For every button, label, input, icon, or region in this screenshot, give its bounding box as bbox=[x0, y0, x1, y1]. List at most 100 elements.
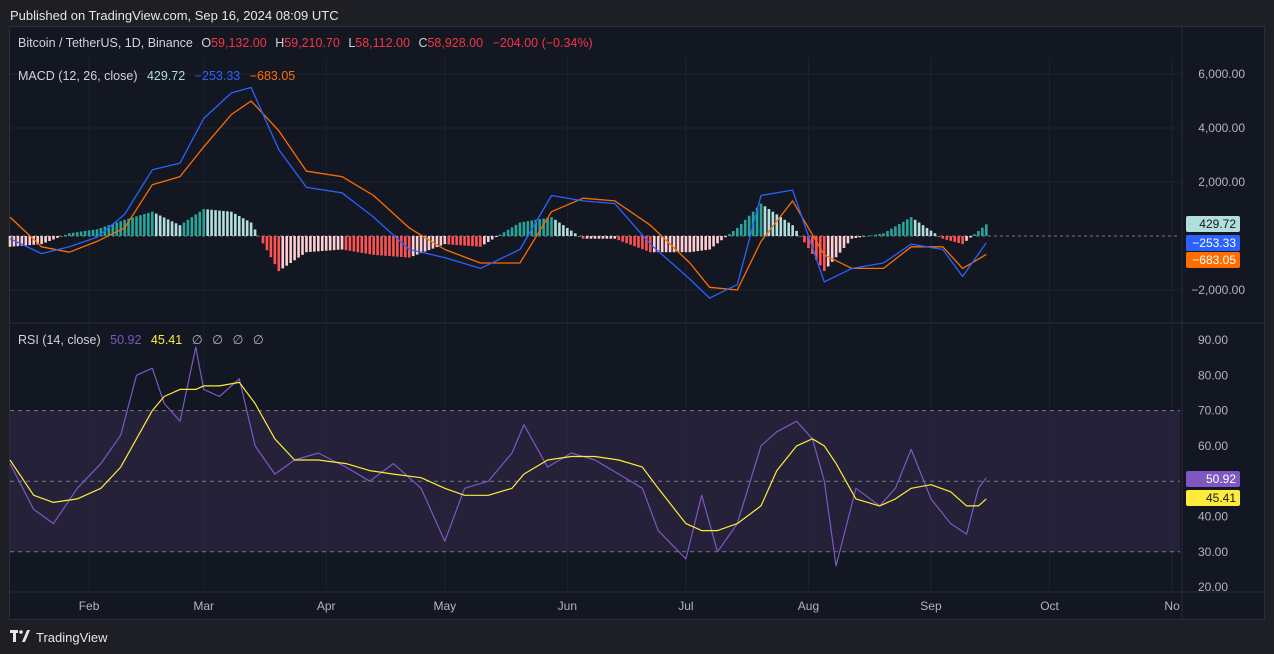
macd-histogram-bar bbox=[973, 234, 976, 236]
macd-histogram-bar bbox=[925, 227, 929, 236]
macd-histogram-bar bbox=[696, 236, 700, 252]
rsi-y-tick-label: 90.00 bbox=[1198, 333, 1228, 347]
macd-histogram-bar bbox=[16, 236, 20, 247]
macd-histogram-bar bbox=[494, 236, 498, 238]
macd-histogram-bar bbox=[297, 236, 300, 258]
x-tick-label: Feb bbox=[79, 599, 100, 613]
macd-histogram-bar bbox=[862, 236, 866, 237]
macd-histogram-bar bbox=[147, 212, 150, 236]
macd-histogram-bar bbox=[803, 236, 806, 243]
macd-histogram-bar bbox=[585, 236, 589, 239]
macd-histogram-bar bbox=[348, 236, 352, 251]
macd-histogram-bar bbox=[206, 209, 209, 236]
rsi-y-tick-label: 70.00 bbox=[1198, 404, 1228, 418]
macd-histogram-bar bbox=[929, 230, 933, 236]
macd-histogram-bar bbox=[131, 217, 134, 236]
macd-histogram-bar bbox=[969, 236, 972, 238]
rsi-y-tick-label: 60.00 bbox=[1198, 439, 1228, 453]
macd-histogram-bar bbox=[577, 236, 581, 237]
macd-histogram-bar bbox=[52, 236, 55, 240]
macd-histogram-bar bbox=[309, 236, 312, 252]
macd-histogram-bar bbox=[510, 227, 514, 236]
macd-line-value: −253.33 bbox=[194, 69, 241, 83]
low-value: 58,112.00 bbox=[355, 36, 410, 50]
macd-histogram-bar bbox=[981, 227, 984, 236]
macd-histogram-bar bbox=[838, 236, 842, 253]
macd-histogram-bar bbox=[344, 236, 348, 251]
macd-histogram-bar bbox=[490, 236, 494, 240]
macd-histogram-bar bbox=[317, 236, 320, 252]
macd-histogram-bar bbox=[985, 224, 988, 236]
macd-title: MACD (12, 26, close) bbox=[18, 69, 138, 83]
macd-histogram-bar bbox=[289, 236, 292, 263]
macd-histogram-bar bbox=[214, 210, 217, 236]
macd-hist-pill-label: 429.72 bbox=[1199, 217, 1236, 231]
macd-histogram-bar bbox=[162, 217, 166, 236]
macd-histogram-bar bbox=[566, 227, 569, 236]
macd-histogram-bar bbox=[150, 211, 154, 236]
macd-histogram-bar bbox=[320, 236, 324, 251]
x-tick-label: No bbox=[1164, 599, 1180, 613]
x-tick-label: Sep bbox=[920, 599, 942, 613]
macd-histogram-bar bbox=[763, 206, 767, 236]
macd-histogram-bar bbox=[95, 229, 99, 236]
macd-histogram-bar bbox=[558, 222, 561, 236]
change-value: −204.00 (−0.34%) bbox=[492, 36, 593, 50]
macd-histogram-bar bbox=[581, 236, 585, 239]
macd-histogram-bar bbox=[392, 236, 395, 257]
symbol-header: Bitcoin / TetherUS, 1D, Binance O59,132.… bbox=[18, 36, 593, 50]
macd-histogram-bar bbox=[787, 222, 790, 236]
macd-histogram-bar bbox=[67, 233, 71, 236]
macd-histogram-bar bbox=[75, 232, 79, 236]
macd-y-tick-label: 4,000.00 bbox=[1198, 121, 1245, 135]
macd-histogram-bar bbox=[850, 236, 854, 239]
macd-histogram-bar bbox=[890, 228, 893, 236]
high-value: 59,210.70 bbox=[284, 36, 340, 50]
macd-histogram-bar bbox=[368, 236, 371, 255]
macd-histogram-bar bbox=[961, 236, 964, 245]
macd-histogram-bar bbox=[716, 236, 719, 244]
macd-histogram-bar bbox=[672, 236, 676, 253]
macd-histogram-bar bbox=[313, 236, 316, 252]
chart-canvas[interactable]: Feb Mar Apr May Jun Jul Aug Sep Oct No 6,000.00 4,0… bbox=[0, 0, 1274, 654]
macd-histogram-bar bbox=[609, 236, 613, 239]
macd-histogram-bar bbox=[724, 236, 727, 238]
macd-y-tick-label: −2,000.00 bbox=[1191, 283, 1245, 297]
macd-histogram-bar bbox=[957, 236, 960, 244]
macd-histogram-bar bbox=[795, 230, 798, 236]
macd-signal-value: −683.05 bbox=[249, 69, 296, 83]
macd-histogram-bar bbox=[190, 217, 194, 236]
macd-histogram-bar bbox=[198, 211, 202, 236]
symbol-name[interactable]: Bitcoin / TetherUS, 1D, Binance bbox=[18, 36, 193, 50]
macd-histogram-bar bbox=[660, 236, 664, 253]
macd-histogram-bar bbox=[186, 219, 190, 236]
rsi-legend[interactable]: RSI (14, close) 50.92 45.41 ∅ ∅ ∅ ∅ bbox=[18, 332, 270, 347]
macd-histogram-bar bbox=[502, 232, 506, 236]
tradingview-brand[interactable]: TradingView bbox=[10, 629, 108, 645]
macd-histogram-bar bbox=[471, 236, 474, 247]
macd-histogram-bar bbox=[652, 236, 656, 253]
macd-histogram-bar bbox=[360, 236, 364, 253]
macd-histogram-bar bbox=[866, 236, 870, 237]
macd-histogram-bar bbox=[633, 236, 636, 247]
macd-histogram-bar bbox=[451, 236, 455, 245]
rsi-ma-pill-label: 45.41 bbox=[1206, 491, 1236, 505]
macd-histogram-bar bbox=[356, 236, 360, 253]
macd-histogram-bar bbox=[178, 225, 182, 236]
macd-legend[interactable]: MACD (12, 26, close) 429.72 −253.33 −683… bbox=[18, 69, 301, 83]
macd-histogram-bar bbox=[439, 236, 443, 246]
macd-histogram-bar bbox=[708, 236, 711, 250]
macd-histogram-bar bbox=[945, 236, 949, 240]
macd-histogram-bar bbox=[826, 236, 830, 267]
macd-histogram-bar bbox=[328, 236, 332, 251]
macd-histogram-bar bbox=[332, 236, 336, 251]
macd-histogram-bar bbox=[249, 222, 253, 236]
macd-histogram-bar bbox=[447, 236, 451, 245]
macd-histogram-bar bbox=[874, 234, 877, 236]
macd-histogram-bar bbox=[143, 214, 146, 236]
rsi-ma-value: 45.41 bbox=[150, 333, 183, 347]
macd-histogram-bar bbox=[680, 236, 684, 253]
macd-histogram-bar bbox=[621, 236, 624, 242]
macd-histogram-bar bbox=[427, 236, 431, 251]
macd-histogram-bar bbox=[878, 233, 881, 236]
